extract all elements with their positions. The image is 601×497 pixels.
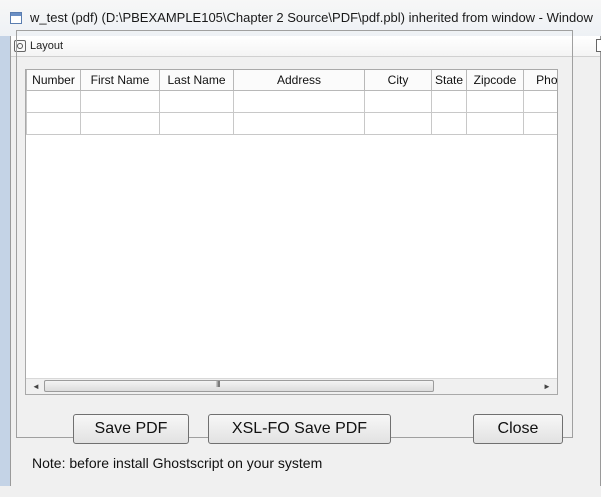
table-cell[interactable]: [364, 90, 432, 113]
table-row[interactable]: [26, 112, 557, 135]
data-grid[interactable]: Number First Name Last Name Address City…: [25, 69, 558, 395]
table-cell[interactable]: [431, 112, 467, 135]
table-cell[interactable]: [466, 90, 524, 113]
grid-table: Number First Name Last Name Address City…: [26, 70, 557, 135]
column-header[interactable]: First Name: [80, 70, 160, 91]
close-button[interactable]: Close: [473, 414, 563, 444]
column-header[interactable]: Address: [233, 70, 365, 91]
table-cell[interactable]: [364, 112, 432, 135]
window-icon: [10, 12, 22, 24]
xslfo-save-pdf-button[interactable]: XSL-FO Save PDF: [208, 414, 391, 444]
table-row[interactable]: [26, 90, 557, 113]
horizontal-scrollbar[interactable]: ◄ III ►: [26, 378, 557, 394]
table-cell[interactable]: [26, 112, 81, 135]
column-header[interactable]: City: [364, 70, 432, 91]
column-header[interactable]: Number: [26, 70, 81, 91]
note-text: Note: before install Ghostscript on your…: [32, 455, 323, 471]
table-cell[interactable]: [80, 112, 160, 135]
scrollbar-thumb[interactable]: [44, 380, 434, 392]
scroll-right-arrow-icon[interactable]: ►: [539, 379, 555, 394]
table-cell[interactable]: [159, 112, 234, 135]
column-header[interactable]: Last Name: [159, 70, 234, 91]
grid-header-row: Number First Name Last Name Address City…: [26, 70, 557, 91]
table-cell[interactable]: [159, 90, 234, 113]
column-header[interactable]: Phone: [523, 70, 557, 91]
table-cell[interactable]: [80, 90, 160, 113]
column-header[interactable]: Zipcode: [466, 70, 524, 91]
table-cell[interactable]: [523, 90, 557, 113]
column-header[interactable]: State: [431, 70, 467, 91]
window-title: w_test (pdf) (D:\PBEXAMPLE105\Chapter 2 …: [30, 10, 593, 25]
table-cell[interactable]: [233, 112, 365, 135]
scrollbar-grip: III: [216, 380, 221, 389]
table-cell[interactable]: [523, 112, 557, 135]
save-pdf-button[interactable]: Save PDF: [73, 414, 189, 444]
table-cell[interactable]: [466, 112, 524, 135]
table-cell[interactable]: [26, 90, 81, 113]
table-cell[interactable]: [233, 90, 365, 113]
scroll-left-arrow-icon[interactable]: ◄: [28, 379, 44, 394]
table-cell[interactable]: [431, 90, 467, 113]
adjacent-window-stub: [596, 39, 601, 52]
screen: w_test (pdf) (D:\PBEXAMPLE105\Chapter 2 …: [0, 0, 601, 497]
